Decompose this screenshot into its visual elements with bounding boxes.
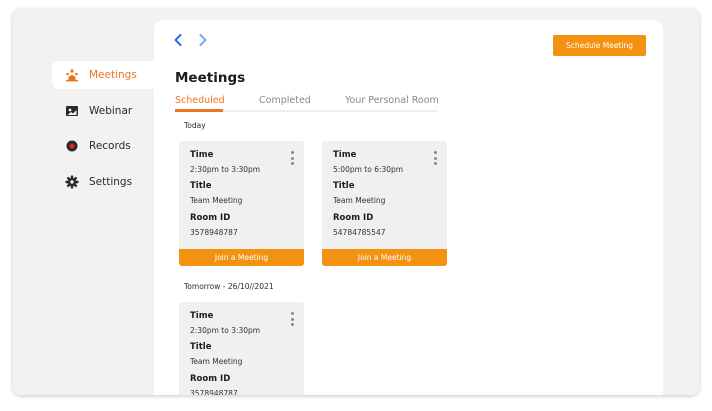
time-value: 2:30pm to 3:30pm (190, 326, 261, 335)
tab-personal-room[interactable]: Your Personal Room (345, 95, 439, 106)
join-meeting-button[interactable]: Join a Meeting (179, 249, 304, 266)
time-value: 5:00pm to 6:30pm (333, 165, 404, 174)
tab-active-indicator (175, 109, 223, 112)
title-value: Team Meeting (190, 196, 243, 205)
room-id-value: 3578948787 (190, 228, 238, 237)
main-panel: Schedule Meeting Meetings Scheduled Comp… (154, 20, 663, 395)
time-label: Time (333, 150, 357, 160)
title-label: Title (190, 181, 212, 191)
title-label: Title (190, 342, 212, 352)
gear-icon (65, 175, 79, 189)
tab-completed[interactable]: Completed (259, 95, 311, 106)
sidebar-item-label: Meetings (89, 69, 137, 81)
meeting-card: Time 2:30pm to 3:30pm Title Team Meeting… (179, 141, 304, 266)
sidebar-item-label: Webinar (89, 105, 133, 117)
more-options-icon[interactable] (290, 151, 294, 165)
chevron-left-icon[interactable] (172, 33, 184, 47)
sidebar-item-label: Settings (89, 176, 133, 188)
time-label: Time (190, 311, 214, 321)
time-value: 2:30pm to 3:30pm (190, 165, 261, 174)
title-label: Title (333, 181, 355, 191)
section-label-tomorrow: Tomorrow - 26/10//2021 (184, 282, 274, 291)
room-id-value: 54784785547 (333, 228, 386, 237)
room-id-label: Room ID (190, 374, 231, 384)
more-options-icon[interactable] (290, 312, 294, 326)
meeting-card: Time 2:30pm to 3:30pm Title Team Meeting… (179, 302, 304, 395)
page-title: Meetings (175, 70, 246, 86)
app-window: Meetings Webinar Records Settings Schedu… (13, 9, 699, 395)
schedule-meeting-button[interactable]: Schedule Meeting (553, 35, 646, 56)
room-id-label: Room ID (190, 213, 231, 223)
room-id-value: 3578948787 (190, 389, 238, 395)
sidebar-item-label: Records (89, 140, 131, 152)
sidebar-item-settings[interactable]: Settings (52, 168, 152, 196)
tab-scheduled[interactable]: Scheduled (175, 95, 225, 106)
sidebar-item-webinar[interactable]: Webinar (52, 97, 152, 125)
join-meeting-button[interactable]: Join a Meeting (322, 249, 447, 266)
time-label: Time (190, 150, 214, 160)
section-label-today: Today (184, 121, 206, 130)
title-value: Team Meeting (190, 357, 243, 366)
room-id-label: Room ID (333, 213, 374, 223)
title-value: Team Meeting (333, 196, 386, 205)
sidebar-item-records[interactable]: Records (52, 132, 152, 160)
webinar-icon (65, 104, 79, 118)
meeting-card: Time 5:00pm to 6:30pm Title Team Meeting… (322, 141, 447, 266)
more-options-icon[interactable] (433, 151, 437, 165)
sidebar-item-meetings[interactable]: Meetings (52, 61, 164, 89)
record-icon (65, 139, 79, 153)
chevron-right-icon[interactable] (197, 33, 209, 47)
meetings-icon (65, 68, 79, 82)
